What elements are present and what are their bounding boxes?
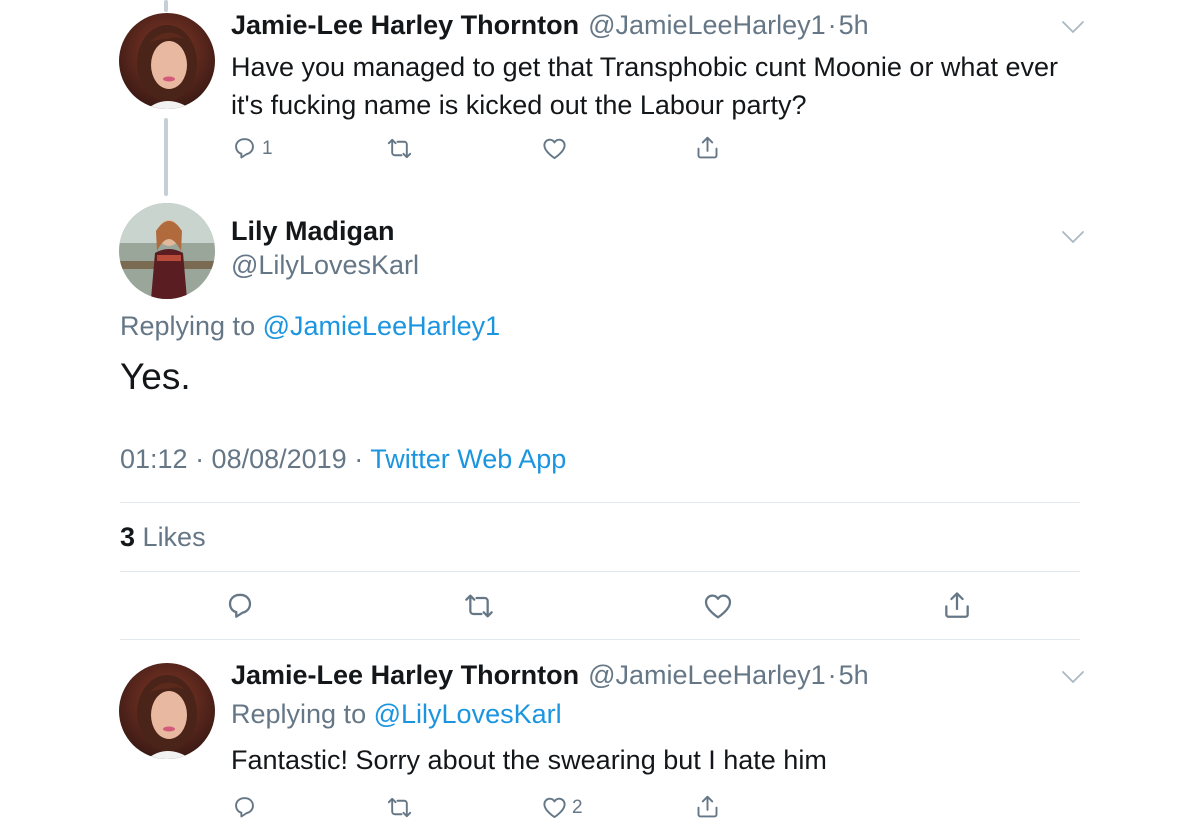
- chevron-down-icon[interactable]: [1060, 229, 1086, 245]
- retweet-icon: [386, 135, 413, 162]
- share-button[interactable]: [694, 134, 721, 161]
- tweet-text-line: it's fucking name is kicked out the Labo…: [231, 90, 807, 120]
- avatar-image: [119, 203, 215, 299]
- author-name[interactable]: Lily Madigan: [231, 216, 395, 247]
- tweet-parent-header: Jamie-Lee Harley Thornton @JamieLeeHarle…: [231, 10, 869, 44]
- tweet-text-line: Have you managed to get that Transphobic…: [231, 52, 1058, 82]
- tweet-source[interactable]: Twitter Web App: [370, 444, 566, 474]
- replying-to-line: Replying to @JamieLeeHarley1: [120, 311, 500, 342]
- replying-to-handle[interactable]: @LilyLovesKarl: [374, 699, 562, 729]
- tweet-time[interactable]: 5h: [839, 660, 869, 691]
- thread-connector: [164, 118, 168, 196]
- like-icon: [541, 794, 568, 821]
- tweet-reply-header: Jamie-Lee Harley Thornton @JamieLeeHarle…: [231, 660, 869, 694]
- reply-icon: [231, 794, 258, 821]
- like-count: 2: [572, 796, 583, 818]
- replying-to-handle[interactable]: @JamieLeeHarley1: [263, 311, 501, 341]
- thread-connector-top: [164, 0, 168, 12]
- likes-count: 3: [120, 522, 136, 552]
- reply-icon: [224, 590, 256, 622]
- divider: [120, 502, 1080, 503]
- replying-to-line: Replying to @LilyLovesKarl: [231, 699, 562, 730]
- likes-stat[interactable]: 3 Likes: [120, 522, 206, 553]
- avatar-image: [119, 663, 215, 759]
- likes-label: Likes: [142, 522, 206, 552]
- tweet-timestamp[interactable]: 01:12 · 08/08/2019 ·: [120, 444, 363, 474]
- reply-button[interactable]: [224, 590, 256, 622]
- reply-count: 1: [262, 137, 273, 159]
- avatar[interactable]: [119, 203, 215, 299]
- tweet-meta: 01:12 · 08/08/2019 · Twitter Web App: [120, 444, 566, 475]
- share-button[interactable]: [694, 793, 721, 820]
- author-handle[interactable]: @LilyLovesKarl: [231, 250, 419, 281]
- tweet-parent-text: Have you managed to get that Transphobic…: [231, 48, 1111, 124]
- retweet-icon: [463, 590, 495, 622]
- like-button[interactable]: 2: [541, 794, 583, 821]
- divider: [120, 639, 1080, 640]
- share-icon: [694, 793, 721, 820]
- avatar[interactable]: [119, 663, 215, 759]
- share-icon: [694, 134, 721, 161]
- like-button[interactable]: [702, 590, 734, 622]
- share-icon: [941, 589, 973, 621]
- divider: [120, 571, 1080, 572]
- like-icon: [702, 590, 734, 622]
- like-icon: [541, 135, 568, 162]
- reply-icon: [231, 135, 258, 162]
- share-button[interactable]: [941, 589, 973, 621]
- replying-prefix: Replying to: [231, 699, 367, 729]
- tweet-main-text: Yes.: [120, 356, 191, 397]
- replying-prefix: Replying to: [120, 311, 256, 341]
- retweet-button[interactable]: [463, 590, 495, 622]
- retweet-button[interactable]: [386, 794, 413, 821]
- separator-dot: ·: [827, 660, 837, 690]
- like-button[interactable]: [541, 135, 568, 162]
- tweet-reply-text: Fantastic! Sorry about the swearing but …: [231, 745, 827, 775]
- reply-button[interactable]: [231, 794, 258, 821]
- chevron-down-icon[interactable]: [1060, 669, 1086, 685]
- author-name[interactable]: Jamie-Lee Harley Thornton: [231, 660, 579, 691]
- author-name[interactable]: Jamie-Lee Harley Thornton: [231, 10, 579, 41]
- author-handle[interactable]: @JamieLeeHarley1: [588, 10, 826, 41]
- avatar[interactable]: [119, 13, 215, 109]
- separator-dot: ·: [827, 10, 837, 40]
- reply-button[interactable]: 1: [231, 135, 273, 162]
- tweet-time[interactable]: 5h: [839, 10, 869, 41]
- avatar-image: [119, 13, 215, 109]
- author-handle[interactable]: @JamieLeeHarley1: [588, 660, 826, 691]
- retweet-button[interactable]: [386, 135, 413, 162]
- retweet-icon: [386, 794, 413, 821]
- chevron-down-icon[interactable]: [1060, 19, 1086, 35]
